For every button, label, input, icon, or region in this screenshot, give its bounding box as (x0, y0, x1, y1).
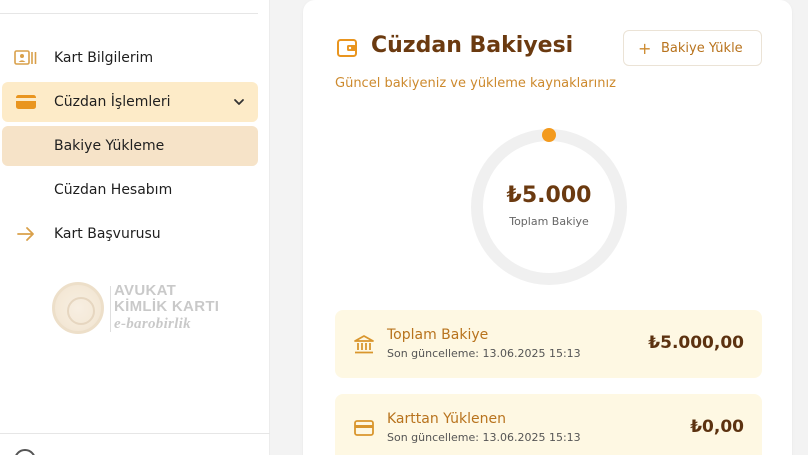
ring-progress-indicator (542, 128, 556, 142)
balance-item-value: ₺5.000,00 (648, 333, 744, 353)
balance-item-value: ₺0,00 (690, 417, 744, 437)
sidebar-item-label: Bakiye Yükleme (54, 138, 165, 154)
sidebar-item-label: Kart Bilgilerim (54, 50, 154, 66)
plus-icon: + (638, 39, 652, 58)
credit-card-icon (353, 417, 375, 439)
sidebar: Kart Bilgilerim Cüzdan İşlemleri Bakiye … (0, 0, 270, 455)
sidebar-item-cuzdan-islemleri[interactable]: Cüzdan İşlemleri (2, 82, 258, 122)
sidebar-item-label: Kart Başvurusu (54, 226, 161, 242)
balance-item-total: Toplam Bakiye Son güncelleme: 13.06.2025… (335, 310, 762, 378)
sidebar-top-divider (0, 13, 258, 14)
balance-item-updated: Son güncelleme: 13.06.2025 15:13 (387, 431, 581, 444)
logo-text: AVUKAT (114, 282, 177, 299)
sidebar-item-label: Cüzdan Hesabım (54, 182, 173, 198)
total-balance-value: ₺5.000 (506, 183, 592, 208)
wallet-balance-card: Cüzdan Bakiyesi Güncel bakiyeniz ve yükl… (303, 0, 792, 455)
balance-item-title: Karttan Yüklenen (387, 411, 506, 427)
sidebar-item-label: Cüzdan İşlemleri (54, 94, 171, 110)
total-balance-label: Toplam Bakiye (509, 215, 589, 228)
logo-seal-icon (52, 282, 104, 334)
balance-item-updated: Son güncelleme: 13.06.2025 15:13 (387, 347, 581, 360)
id-card-icon (14, 48, 38, 68)
sidebar-item-kart-bilgilerim[interactable]: Kart Bilgilerim (2, 38, 258, 78)
chevron-down-icon (232, 94, 246, 108)
user-circle-icon[interactable] (14, 449, 36, 455)
page-subtitle: Güncel bakiyeniz ve yükleme kaynaklarını… (335, 76, 616, 91)
load-balance-label: Bakiye Yükle (661, 41, 743, 56)
sidebar-bottom-divider (0, 433, 270, 434)
logo-text: e-barobirlik (114, 316, 191, 332)
arrow-right-icon (14, 224, 38, 244)
balance-item-title: Toplam Bakiye (387, 327, 489, 343)
sidebar-subitem-cuzdan-hesabim[interactable]: Cüzdan Hesabım (2, 170, 258, 210)
bank-icon (353, 333, 375, 355)
sidebar-item-kart-basvurusu[interactable]: Kart Başvurusu (2, 214, 258, 254)
load-balance-button[interactable]: + Bakiye Yükle (623, 30, 762, 66)
wallet-icon (337, 38, 357, 58)
avukat-kimlik-karti-logo: AVUKAT KİMLİK KARTI e-barobirlik (52, 282, 222, 336)
sidebar-subitem-bakiye-yukleme[interactable]: Bakiye Yükleme (2, 126, 258, 166)
balance-item-card-loaded: Karttan Yüklenen Son güncelleme: 13.06.2… (335, 394, 762, 455)
page-title: Cüzdan Bakiyesi (371, 33, 574, 58)
wallet-icon (14, 92, 38, 112)
logo-text: KİMLİK KARTI (114, 298, 220, 315)
